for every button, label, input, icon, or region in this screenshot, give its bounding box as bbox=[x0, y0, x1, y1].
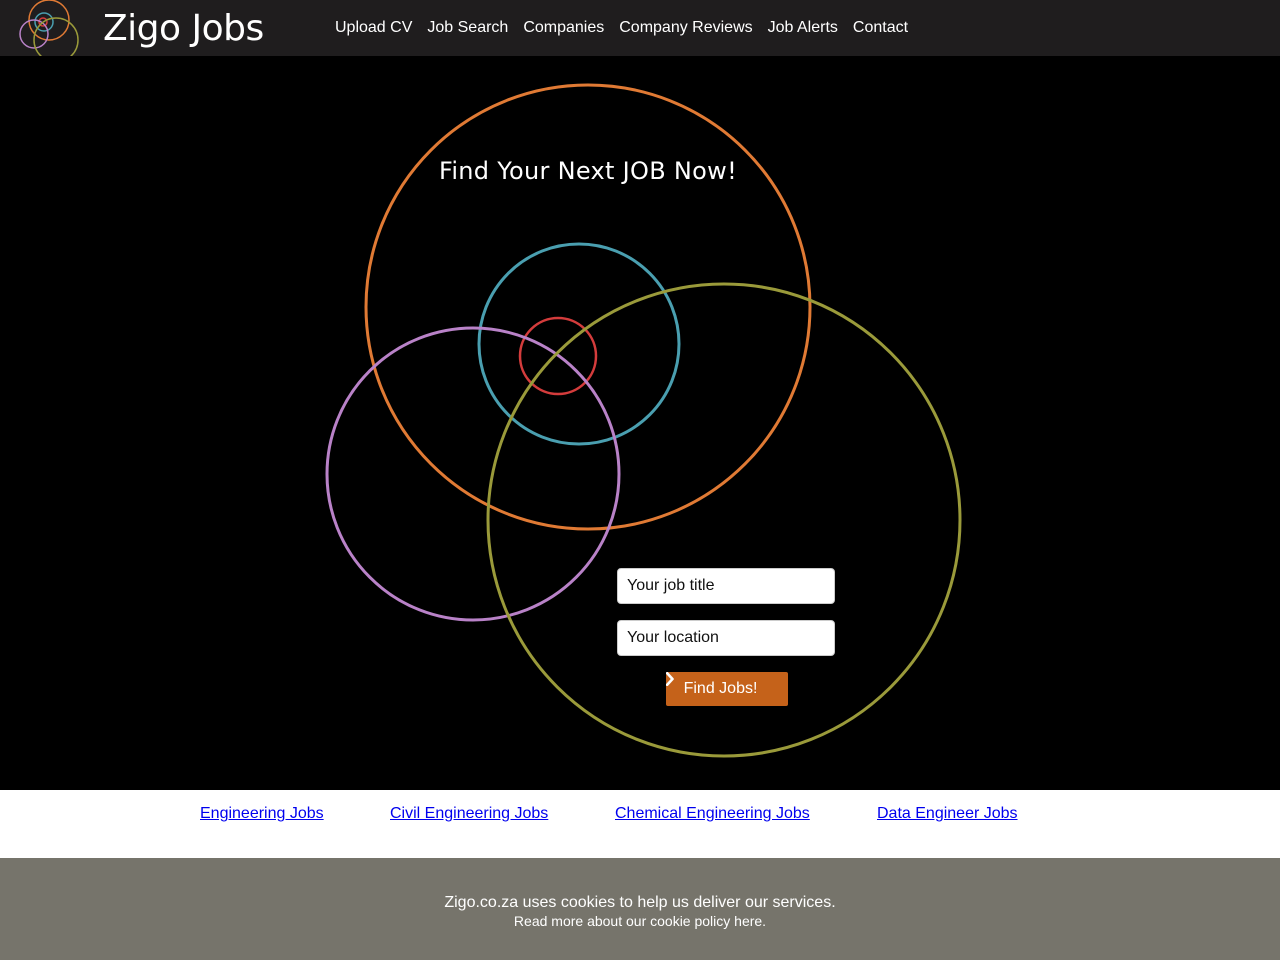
nav-job-search[interactable]: Job Search bbox=[427, 19, 508, 37]
link-engineering-jobs[interactable]: Engineering Jobs bbox=[200, 805, 324, 823]
nav-company-reviews[interactable]: Company Reviews bbox=[619, 19, 752, 37]
orange-circle bbox=[364, 83, 812, 531]
cookie-policy-prefix: Read more about our bbox=[513, 913, 651, 929]
hero-headline: Find Your Next JOB Now! bbox=[438, 157, 738, 185]
location-input[interactable] bbox=[617, 620, 835, 656]
link-data-engineer-jobs[interactable]: Data Engineer Jobs bbox=[877, 805, 1018, 823]
job-title-input[interactable] bbox=[617, 568, 835, 604]
venn-circles-logo-icon[interactable] bbox=[18, 0, 82, 56]
cookie-banner: Zigo.co.za uses cookies to help us deliv… bbox=[0, 858, 1280, 960]
purple-circle bbox=[325, 326, 621, 622]
link-chemical-engineering-jobs[interactable]: Chemical Engineering Jobs bbox=[615, 805, 810, 823]
nav-job-alerts[interactable]: Job Alerts bbox=[768, 19, 838, 37]
nav-upload-cv[interactable]: Upload CV bbox=[335, 19, 412, 37]
nav-contact[interactable]: Contact bbox=[853, 19, 908, 37]
brand-name[interactable]: Zigo Jobs bbox=[103, 6, 264, 52]
teal-circle bbox=[477, 242, 681, 446]
find-jobs-label: Find Jobs! bbox=[683, 680, 758, 697]
chevron-right-icon bbox=[666, 672, 770, 696]
hero-section: Find Your Next JOB Now! Find Jobs! bbox=[0, 56, 1280, 790]
cookie-message: Zigo.co.za uses cookies to help us deliv… bbox=[444, 894, 836, 911]
main-nav: Upload CV Job Search Companies Company R… bbox=[335, 0, 923, 56]
find-jobs-button[interactable]: Find Jobs! bbox=[666, 672, 788, 706]
cookie-policy-line: Read more about our cookie policy here. bbox=[0, 913, 1280, 929]
nav-companies[interactable]: Companies bbox=[523, 19, 604, 37]
link-civil-engineering-jobs[interactable]: Civil Engineering Jobs bbox=[390, 805, 548, 823]
popular-jobs-links: Engineering Jobs Civil Engineering Jobs … bbox=[0, 790, 1280, 858]
top-navbar: Zigo Jobs Upload CV Job Search Companies… bbox=[0, 0, 1280, 56]
cookie-policy-link[interactable]: cookie policy here. bbox=[650, 913, 766, 929]
